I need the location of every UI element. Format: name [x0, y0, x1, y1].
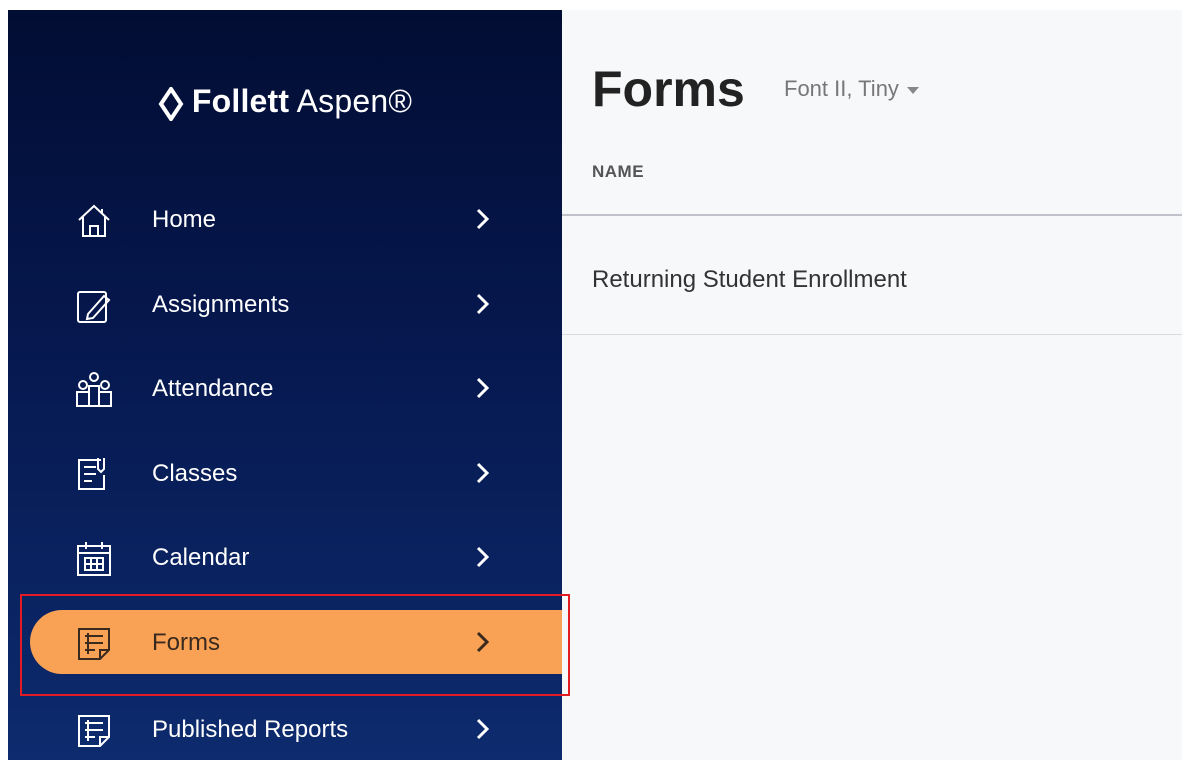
caret-down-icon — [906, 86, 919, 94]
form-name-cell[interactable]: Returning Student Enrollment — [592, 266, 907, 294]
chevron-right-icon — [476, 546, 490, 568]
context-dropdown[interactable]: Font II, Tiny — [784, 76, 919, 102]
sidebar-item-classes[interactable]: Classes — [8, 441, 562, 505]
page-title: Forms — [592, 61, 745, 117]
context-dropdown-label: Font II, Tiny — [784, 76, 899, 101]
sidebar-item-calendar[interactable]: Calendar — [8, 525, 562, 589]
main-content: Forms Font II, Tiny NAME Returning Stude… — [562, 10, 1182, 760]
reports-icon — [78, 715, 110, 747]
brand-name-rest: Aspen® — [289, 83, 413, 119]
follett-logo-icon — [158, 86, 184, 121]
sidebar-item-published-reports[interactable]: Published Reports — [8, 697, 562, 760]
chevron-right-icon — [476, 377, 490, 399]
chevron-right-icon — [476, 718, 490, 740]
sidebar-item-forms[interactable]: Forms — [8, 610, 562, 674]
people-icon — [76, 372, 112, 407]
brand-name-strong: Follett — [191, 83, 290, 119]
chevron-right-icon — [476, 462, 490, 484]
sidebar-item-label: Calendar — [152, 544, 250, 571]
sidebar-item-label: Classes — [152, 460, 238, 487]
pencil-note-icon — [77, 291, 111, 323]
table-row[interactable]: Returning Student Enrollment — [562, 216, 1182, 335]
sidebar-item-assignments[interactable]: Assignments — [8, 272, 562, 336]
sidebar-item-label: Attendance — [152, 375, 274, 402]
sidebar-item-label: Forms — [152, 629, 220, 656]
sidebar-item-label: Assignments — [152, 291, 290, 318]
chevron-right-icon — [476, 631, 490, 653]
sidebar-item-label: Published Reports — [152, 716, 349, 743]
sidebar: Follett Aspen® Home Assignments Attendan… — [8, 10, 562, 760]
classes-icon — [78, 458, 105, 490]
sidebar-item-attendance[interactable]: Attendance — [8, 356, 562, 420]
app-brand: Follett Aspen® — [8, 83, 562, 121]
home-icon — [78, 204, 110, 237]
chevron-right-icon — [476, 293, 490, 315]
calendar-icon — [77, 542, 111, 576]
forms-icon — [78, 628, 110, 660]
sidebar-item-home[interactable]: Home — [8, 187, 562, 251]
column-header-name[interactable]: NAME — [592, 162, 644, 182]
chevron-right-icon — [476, 208, 490, 230]
sidebar-item-label: Home — [152, 206, 217, 233]
